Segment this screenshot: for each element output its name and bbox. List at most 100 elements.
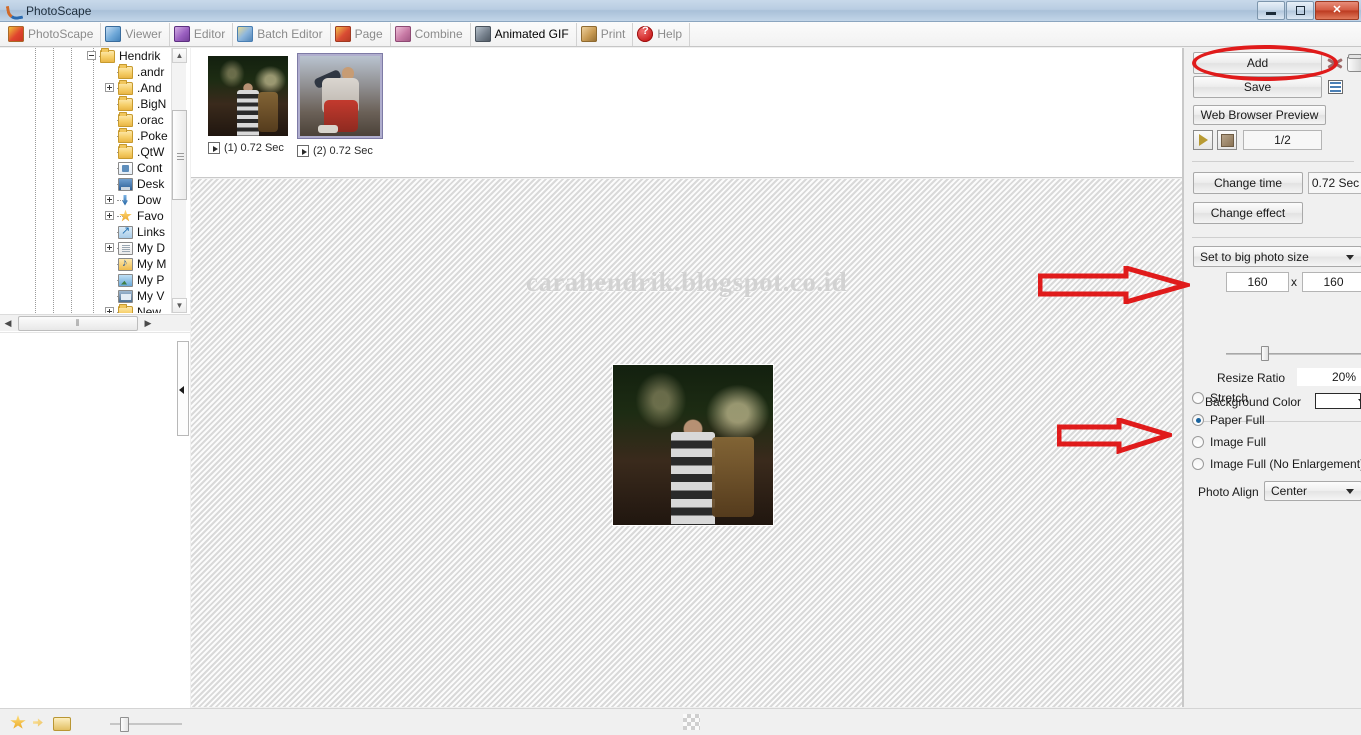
- fit-option-image-full-no-enlargement[interactable]: Image Full (No Enlargement): [1192, 457, 1361, 471]
- hscrollbar-thumb[interactable]: ⦀: [18, 315, 138, 331]
- scroll-left-icon[interactable]: ◀: [0, 316, 16, 331]
- change-time-button[interactable]: Change time: [1193, 172, 1303, 194]
- tree-item-qtw[interactable]: .QtW: [0, 143, 190, 160]
- tab-label: Viewer: [125, 27, 162, 41]
- tree-item-and[interactable]: .And: [0, 79, 190, 96]
- scissors-icon[interactable]: [1326, 54, 1344, 72]
- tree-item-poke[interactable]: .Poke: [0, 127, 190, 144]
- size-width-field[interactable]: 160: [1226, 272, 1289, 292]
- scroll-down-icon[interactable]: ▼: [172, 298, 187, 313]
- right-control-panel: Add Save Web Browser Preview 1/2 Change …: [1183, 48, 1361, 707]
- expand-icon[interactable]: [105, 307, 114, 313]
- zoom-slider-knob[interactable]: [120, 717, 129, 732]
- tree-item-mym[interactable]: My M: [0, 256, 190, 272]
- photo-size-preset-select[interactable]: Set to big photo size: [1193, 246, 1361, 267]
- tab-help[interactable]: Help: [633, 22, 691, 46]
- tree-item-dow[interactable]: Dow: [0, 192, 190, 208]
- tree-vertical-scrollbar[interactable]: ▲ ▼: [171, 48, 187, 313]
- resize-ratio-value[interactable]: 20%: [1297, 368, 1361, 386]
- change-effect-button[interactable]: Change effect: [1193, 202, 1303, 224]
- my-documents-icon: [118, 241, 133, 255]
- gif-preview-canvas[interactable]: carahendrik.blogspot.co.id: [191, 179, 1182, 707]
- tree-item-bign[interactable]: .BigN: [0, 95, 190, 112]
- radio-icon[interactable]: [1192, 436, 1204, 448]
- my-videos-icon: [118, 289, 133, 303]
- downloads-icon: [118, 194, 133, 207]
- frame-thumbnail-1[interactable]: (1) 0.72 Sec: [208, 56, 288, 154]
- tree-item-hendrik[interactable]: Hendrik: [0, 48, 190, 64]
- folder-icon[interactable]: [53, 715, 71, 731]
- expand-icon[interactable]: [105, 211, 114, 220]
- scrollbar-thumb[interactable]: [172, 110, 187, 200]
- folder-icon: [118, 303, 133, 313]
- tree-item-favo[interactable]: Favo: [0, 208, 190, 224]
- radio-icon[interactable]: [1192, 458, 1204, 470]
- radio-icon[interactable]: [1192, 392, 1204, 404]
- viewer-icon: [105, 26, 122, 42]
- tab-editor[interactable]: Editor: [170, 22, 234, 46]
- transparency-checker-icon[interactable]: [683, 714, 700, 730]
- play-button[interactable]: [1193, 130, 1213, 150]
- tree-item-myd[interactable]: My D: [0, 240, 190, 256]
- tree-item-myv[interactable]: My V: [0, 288, 190, 304]
- tab-animated-gif[interactable]: Animated GIF: [471, 22, 577, 46]
- folder-preview-pane[interactable]: [0, 332, 190, 735]
- frame-image-1[interactable]: [208, 56, 288, 136]
- web-browser-preview-button[interactable]: Web Browser Preview: [1193, 105, 1326, 125]
- tab-print[interactable]: Print: [577, 22, 634, 46]
- tab-page[interactable]: Page: [331, 22, 391, 46]
- tree-item-myp[interactable]: My P: [0, 272, 190, 288]
- preview-vertical-scrollbar[interactable]: [176, 333, 190, 735]
- trash-icon[interactable]: [1347, 54, 1361, 72]
- tree-item-andr[interactable]: .andr: [0, 63, 190, 80]
- save-button[interactable]: Save: [1193, 76, 1322, 98]
- scroll-right-icon[interactable]: ▶: [140, 316, 156, 331]
- collapse-arrow-icon[interactable]: [179, 386, 184, 394]
- tree-item-links[interactable]: Links: [0, 224, 190, 240]
- tree-item-new[interactable]: New: [0, 303, 190, 313]
- photo-align-select[interactable]: Center: [1264, 481, 1361, 501]
- collapse-icon[interactable]: [87, 51, 96, 60]
- tab-batch-editor[interactable]: Batch Editor: [233, 22, 331, 46]
- tree-item-orac[interactable]: .orac: [0, 111, 190, 128]
- play-icon[interactable]: [297, 145, 309, 157]
- fit-option-paper-full[interactable]: Paper Full: [1192, 413, 1265, 427]
- minimize-button[interactable]: [1257, 0, 1285, 20]
- tree-item-label: Dow: [137, 193, 162, 207]
- folder-icon: [118, 143, 133, 159]
- add-button[interactable]: Add: [1193, 52, 1322, 74]
- play-icon[interactable]: [208, 142, 220, 154]
- tree-item-cont[interactable]: Cont: [0, 160, 190, 176]
- frame-thumbnail-strip[interactable]: (1) 0.72 Sec (2) 0.72 Sec: [191, 48, 1182, 178]
- contacts-icon: [118, 161, 133, 175]
- folder-icon: [118, 111, 133, 127]
- expand-icon[interactable]: [105, 195, 114, 204]
- expand-icon[interactable]: [105, 243, 114, 252]
- frame-thumbnail-2[interactable]: (2) 0.72 Sec: [297, 53, 383, 157]
- size-height-field[interactable]: 160: [1302, 272, 1361, 292]
- tree-item-desk[interactable]: Desk: [0, 176, 190, 192]
- refresh-icon[interactable]: [32, 715, 49, 730]
- tab-viewer[interactable]: Viewer: [101, 22, 170, 46]
- tree-item-label: .Poke: [137, 129, 168, 143]
- folder-tree[interactable]: Hendrik .andr .And .BigN .orac .Poke .QtW Cont D…: [0, 48, 190, 313]
- size-slider-knob[interactable]: [1261, 346, 1269, 361]
- scroll-up-icon[interactable]: ▲: [172, 48, 187, 63]
- stop-button[interactable]: [1217, 130, 1237, 150]
- size-slider-track[interactable]: [1226, 353, 1361, 355]
- radio-icon-selected[interactable]: [1192, 414, 1204, 426]
- frame-image-2[interactable]: [297, 53, 383, 139]
- tree-horizontal-scrollbar[interactable]: ◀ ⦀ ▶: [0, 314, 190, 331]
- tree-item-label: New: [137, 305, 162, 313]
- background-color-swatch[interactable]: [1315, 393, 1361, 409]
- maximize-button[interactable]: [1286, 0, 1314, 20]
- list-icon[interactable]: [1328, 80, 1343, 94]
- tab-photoscape[interactable]: PhotoScape: [4, 22, 102, 46]
- fit-option-stretch[interactable]: Stretch: [1192, 391, 1248, 405]
- tab-combine[interactable]: Combine: [391, 22, 471, 46]
- star-icon[interactable]: [10, 715, 27, 730]
- expand-icon[interactable]: [105, 83, 114, 92]
- fit-option-image-full[interactable]: Image Full: [1192, 435, 1266, 449]
- close-button[interactable]: ✕: [1315, 0, 1359, 20]
- frame-caption-label: (2) 0.72 Sec: [313, 145, 373, 157]
